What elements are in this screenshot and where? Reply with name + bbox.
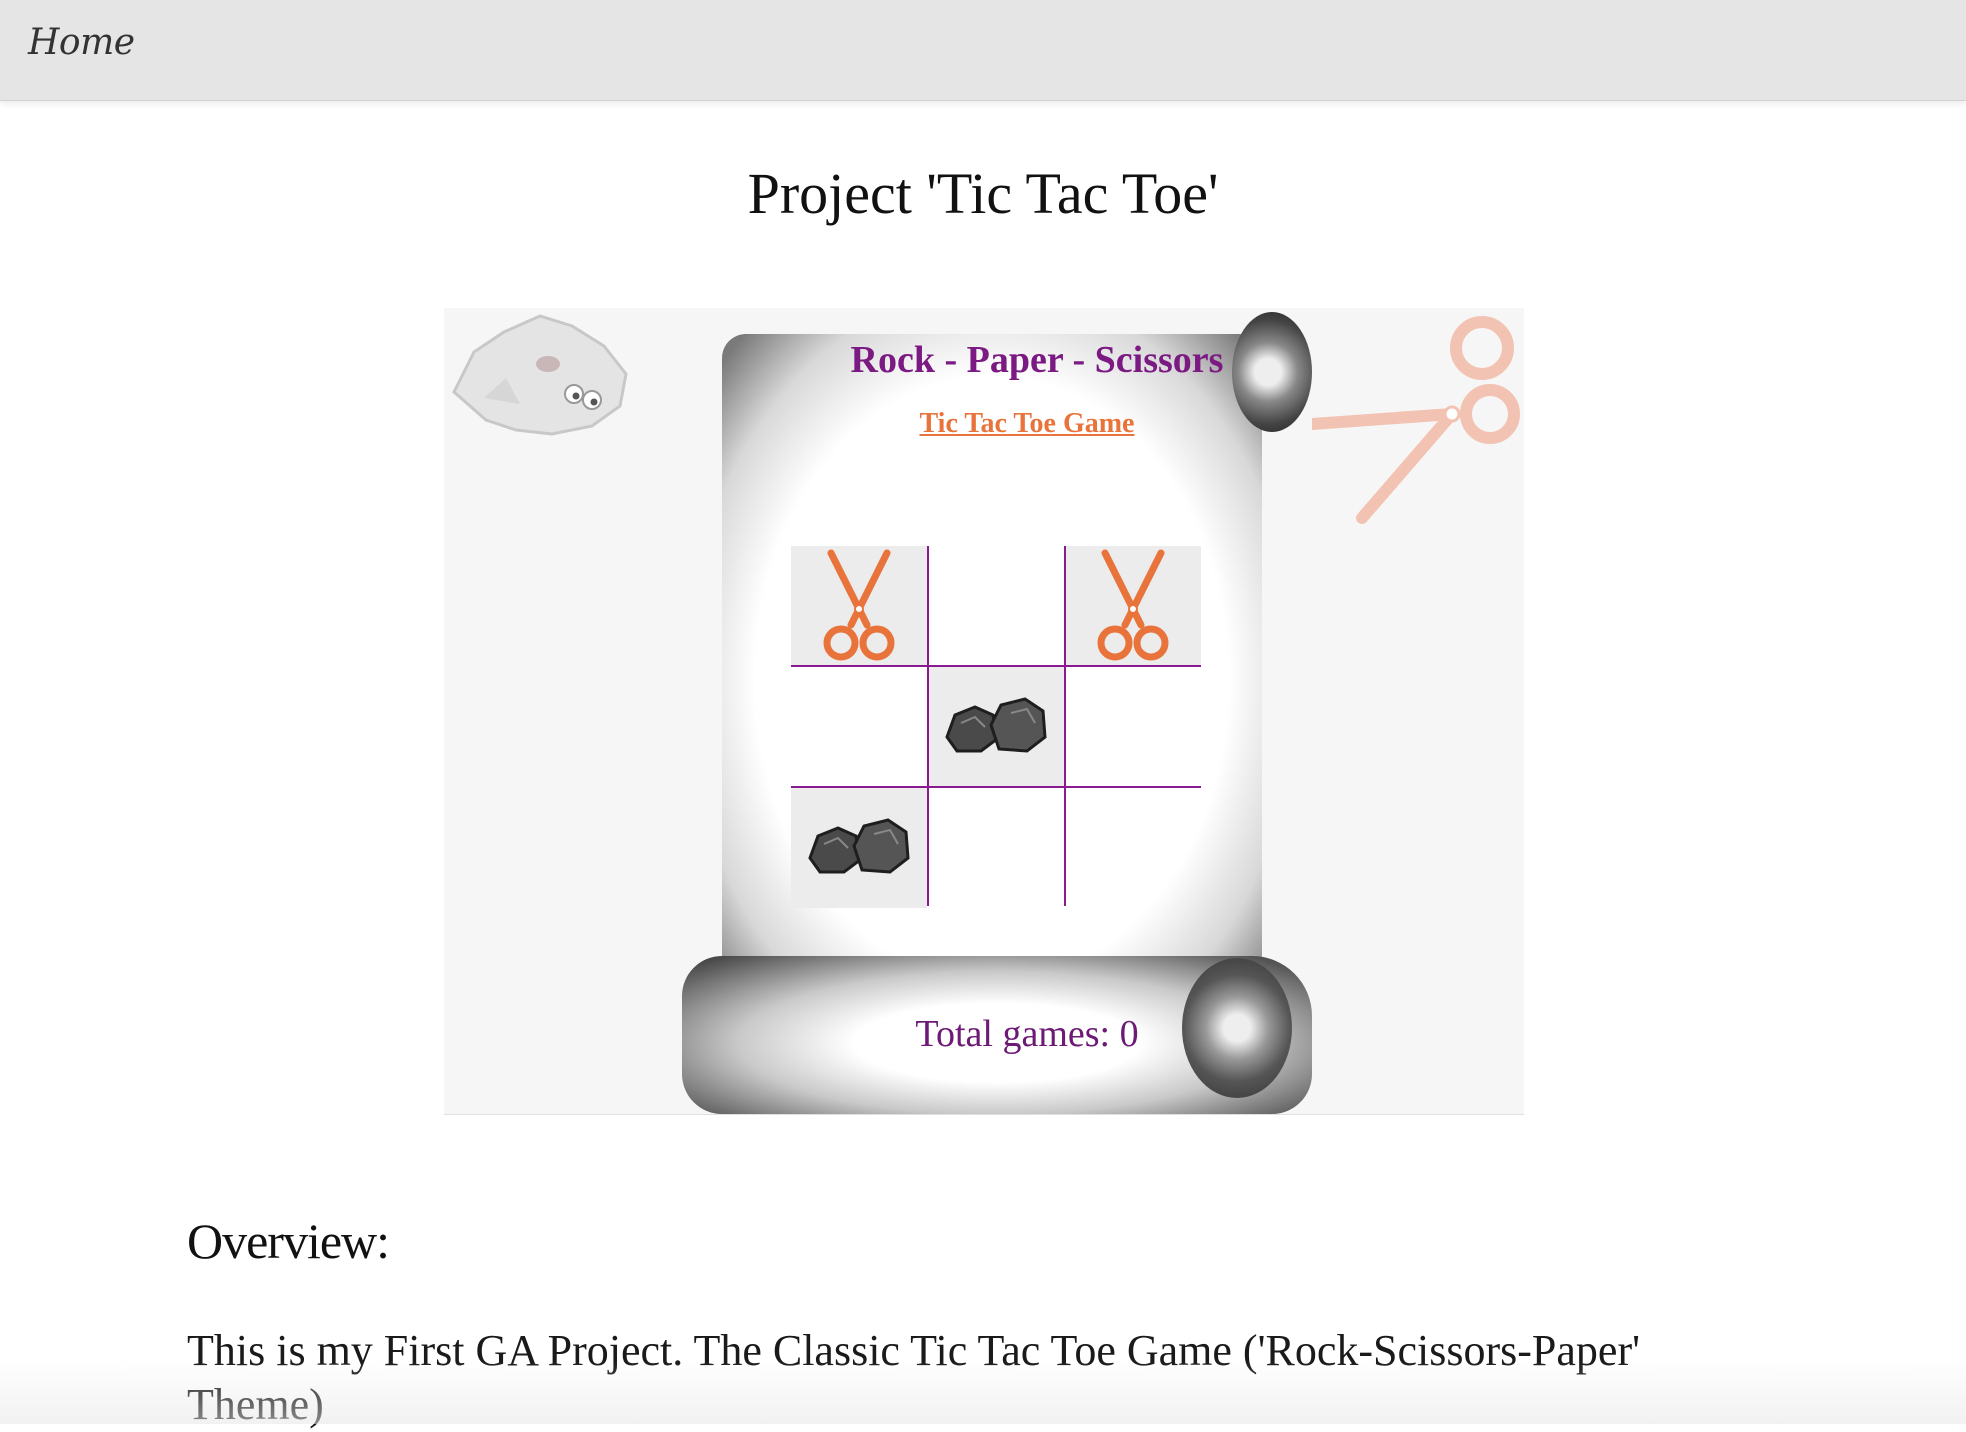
board-cell[interactable] [1065,546,1201,666]
board-cell[interactable] [791,667,927,787]
board-cell[interactable] [791,546,927,666]
board-cell[interactable] [791,788,927,908]
overview-heading: Overview: [187,1213,390,1269]
project-preview-image: Rock - Paper - Scissors Tic Tac Toe Game [444,308,1524,1115]
page-title: Project 'Tic Tac Toe' [747,161,1219,226]
total-games-label: Total games: 0 [915,1013,1139,1055]
board-grid-line [1064,546,1066,906]
rock-icon [808,818,910,874]
board-cell[interactable] [1065,788,1201,908]
scissors-icon [1097,549,1169,661]
board-cell[interactable] [928,667,1064,787]
parchment-scroll: Rock - Paper - Scissors Tic Tac Toe Game [682,308,1312,1114]
board-cell[interactable] [928,788,1064,908]
board-cell[interactable] [1065,667,1201,787]
board-grid-line [791,665,1201,667]
game-title: Rock - Paper - Scissors [850,339,1224,381]
board-grid-line [791,786,1201,788]
rock-icon [945,697,1047,753]
scissors-decoration-icon [1312,316,1520,524]
scissors-icon [823,549,895,661]
rock-character-icon [452,314,628,436]
game-subtitle-link[interactable]: Tic Tac Toe Game [682,408,1312,440]
board-grid-line [927,546,929,906]
top-navbar: Home [0,0,1966,101]
home-link[interactable]: Home [28,22,135,63]
tic-tac-toe-board [791,546,1201,908]
board-cell[interactable] [928,546,1064,666]
overview-text: This is my First GA Project. The Classic… [187,1326,1641,1429]
